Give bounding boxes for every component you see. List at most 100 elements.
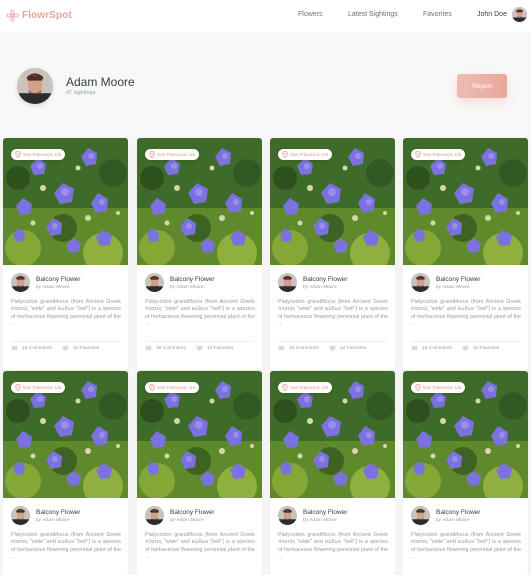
favorites-count[interactable]: 12 Favorites xyxy=(73,346,99,351)
profile-avatar xyxy=(17,68,53,104)
sighting-card[interactable]: San Francisco, US Balcony Flower by Adam… xyxy=(270,371,395,575)
heart-icon[interactable] xyxy=(62,345,69,352)
brand-logo[interactable]: FlowrSpot xyxy=(6,9,72,22)
location-badge: San Francisco, US xyxy=(278,149,333,160)
brand-name: FlowrSpot xyxy=(22,10,72,21)
card-title[interactable]: Balcony Flower xyxy=(170,276,214,283)
sightings-count: 47 sightings xyxy=(66,90,96,96)
sighting-card[interactable]: San Francisco, US Balcony Flower by Adam… xyxy=(3,371,128,575)
nav-favorites[interactable]: Favorites xyxy=(423,11,452,18)
author-avatar[interactable] xyxy=(145,273,164,292)
author-avatar-image xyxy=(278,506,297,525)
card-description: Platycodon grandiflorus (from Ancient Gr… xyxy=(145,299,255,328)
avatar-image xyxy=(512,7,527,22)
nav-user-name[interactable]: John Doe xyxy=(477,11,507,18)
card-description: Platycodon grandiflorus (from Ancient Gr… xyxy=(11,299,121,328)
author-avatar[interactable] xyxy=(278,273,297,292)
location-badge: San Francisco, US xyxy=(411,149,466,160)
card-footer: 18 Comments 12 Favorites xyxy=(145,345,233,352)
location-text: San Francisco, US xyxy=(290,385,329,390)
profile-avatar-image xyxy=(17,68,53,104)
favorites-count[interactable]: 12 Favorites xyxy=(473,346,499,351)
author-avatar[interactable] xyxy=(278,506,297,525)
location-text: San Francisco, US xyxy=(157,385,196,390)
sighting-card[interactable]: San Francisco, US Balcony Flower by Adam… xyxy=(403,138,528,370)
card-author: by Adam Moore xyxy=(170,285,204,290)
map-pin-icon xyxy=(15,384,21,391)
card-description: Platycodon grandiflorus (from Ancient Gr… xyxy=(278,532,388,561)
location-text: San Francisco, US xyxy=(290,152,329,157)
card-title[interactable]: Balcony Flower xyxy=(436,509,480,516)
author-avatar[interactable] xyxy=(11,273,30,292)
card-author: by Adam Moore xyxy=(36,285,70,290)
card-footer: 18 Comments 12 Favorites xyxy=(278,345,366,352)
map-pin-icon xyxy=(415,384,421,391)
author-avatar-image xyxy=(11,506,30,525)
card-title[interactable]: Balcony Flower xyxy=(303,276,347,283)
card-title[interactable]: Balcony Flower xyxy=(36,509,80,516)
location-badge: San Francisco, US xyxy=(11,382,66,393)
favorites-count[interactable]: 12 Favorites xyxy=(340,346,366,351)
location-badge: San Francisco, US xyxy=(11,149,66,160)
sighting-card[interactable]: San Francisco, US Balcony Flower by Adam… xyxy=(3,138,128,370)
location-text: San Francisco, US xyxy=(157,152,196,157)
location-badge: San Francisco, US xyxy=(145,149,200,160)
author-avatar[interactable] xyxy=(11,506,30,525)
author-avatar-image xyxy=(411,506,430,525)
card-description: Platycodon grandiflorus (from Ancient Gr… xyxy=(145,532,255,561)
sightings-grid: San Francisco, US Balcony Flower by Adam… xyxy=(3,138,528,575)
card-author: by Adam Moore xyxy=(170,518,204,523)
card-divider xyxy=(11,341,121,342)
sighting-card[interactable]: San Francisco, US Balcony Flower by Adam… xyxy=(137,138,262,370)
user-avatar[interactable] xyxy=(512,7,527,22)
nav-flowers[interactable]: Flowers xyxy=(298,11,323,18)
card-divider xyxy=(278,341,388,342)
comment-icon[interactable] xyxy=(278,345,285,352)
heart-icon[interactable] xyxy=(329,345,336,352)
card-title[interactable]: Balcony Flower xyxy=(436,276,480,283)
map-pin-icon xyxy=(15,151,21,158)
map-pin-icon xyxy=(149,384,155,391)
favorites-count[interactable]: 12 Favorites xyxy=(207,346,233,351)
card-description: Platycodon grandiflorus (from Ancient Gr… xyxy=(278,299,388,328)
author-avatar-image xyxy=(11,273,30,292)
location-badge: San Francisco, US xyxy=(278,382,333,393)
author-avatar[interactable] xyxy=(411,273,430,292)
card-divider xyxy=(145,341,255,342)
comments-count[interactable]: 18 Comments xyxy=(422,346,452,351)
report-button[interactable]: Report xyxy=(457,74,507,98)
map-pin-icon xyxy=(282,384,288,391)
map-pin-icon xyxy=(149,151,155,158)
comments-count[interactable]: 18 Comments xyxy=(22,346,52,351)
card-description: Platycodon grandiflorus (from Ancient Gr… xyxy=(11,532,121,561)
card-title[interactable]: Balcony Flower xyxy=(170,509,214,516)
comment-icon[interactable] xyxy=(11,345,18,352)
card-description: Platycodon grandiflorus (from Ancient Gr… xyxy=(411,532,521,561)
author-avatar-image xyxy=(145,506,164,525)
card-title[interactable]: Balcony Flower xyxy=(303,509,347,516)
sighting-card[interactable]: San Francisco, US Balcony Flower by Adam… xyxy=(403,371,528,575)
location-badge: San Francisco, US xyxy=(411,382,466,393)
heart-icon[interactable] xyxy=(196,345,203,352)
heart-icon[interactable] xyxy=(462,345,469,352)
card-author: by Adam Moore xyxy=(303,518,337,523)
location-text: San Francisco, US xyxy=(23,152,62,157)
card-footer: 18 Comments 12 Favorites xyxy=(11,345,99,352)
author-avatar-image xyxy=(411,273,430,292)
comments-count[interactable]: 18 Comments xyxy=(156,346,186,351)
nav-latest-sightings[interactable]: Latest Sightings xyxy=(348,11,398,18)
card-author: by Adam Moore xyxy=(436,285,470,290)
location-badge: San Francisco, US xyxy=(145,382,200,393)
sighting-card[interactable]: San Francisco, US Balcony Flower by Adam… xyxy=(270,138,395,370)
author-avatar[interactable] xyxy=(411,506,430,525)
author-avatar[interactable] xyxy=(145,506,164,525)
map-pin-icon xyxy=(282,151,288,158)
card-title[interactable]: Balcony Flower xyxy=(36,276,80,283)
comment-icon[interactable] xyxy=(145,345,152,352)
flower-icon xyxy=(6,9,19,22)
comments-count[interactable]: 18 Comments xyxy=(289,346,319,351)
sighting-card[interactable]: San Francisco, US Balcony Flower by Adam… xyxy=(137,371,262,575)
card-author: by Adam Moore xyxy=(436,518,470,523)
card-author: by Adam Moore xyxy=(36,518,70,523)
comment-icon[interactable] xyxy=(411,345,418,352)
